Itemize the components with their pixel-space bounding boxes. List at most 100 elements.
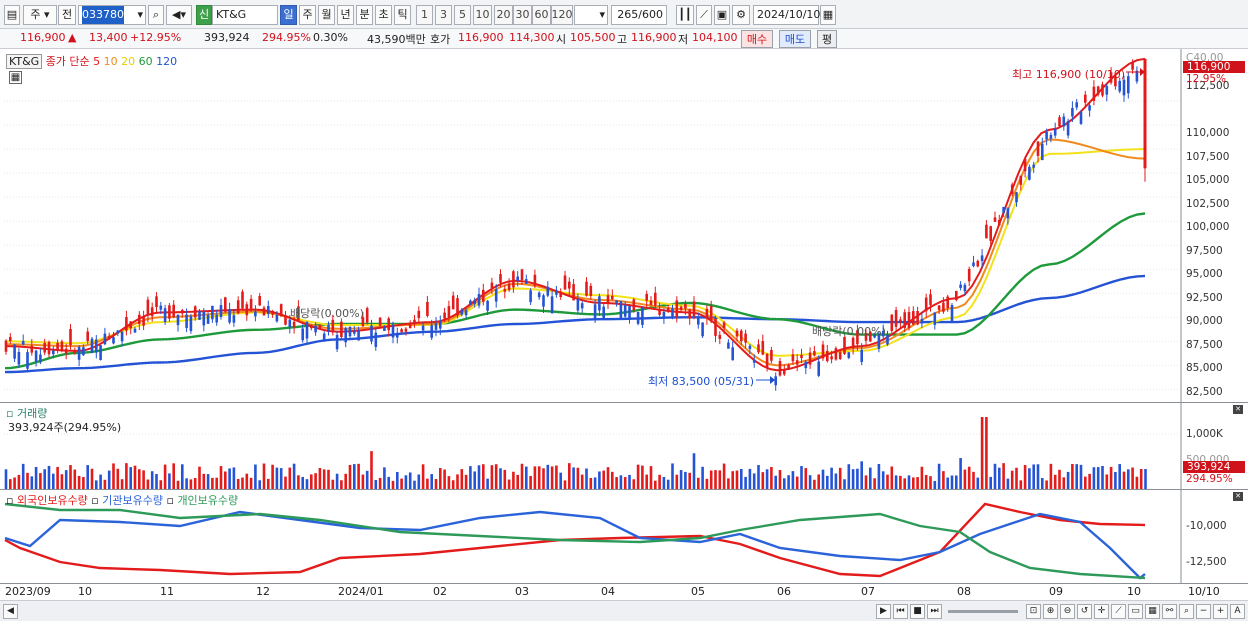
zoom-out-icon[interactable]: ⊖ (1060, 604, 1075, 619)
font-size-icon[interactable]: A (1230, 604, 1245, 619)
prev-button[interactable]: 전 (58, 5, 76, 25)
candle-body (189, 316, 193, 332)
interval-tick[interactable]: 틱 (394, 5, 411, 25)
num-30[interactable]: 30 (513, 5, 532, 25)
num-5[interactable]: 5 (454, 5, 471, 25)
num-120[interactable]: 120 (551, 5, 573, 25)
volume-bar (869, 467, 872, 489)
window-menu-icon[interactable]: ▤ (4, 5, 20, 25)
candle-body (1006, 208, 1010, 219)
last-page-icon[interactable]: ⏭ (927, 604, 942, 619)
sell-button[interactable]: 매도 (779, 30, 811, 48)
legend-ma-120: 120 (156, 55, 178, 68)
custom-interval-select[interactable]: ▾ (574, 5, 608, 25)
volume-bar (572, 467, 575, 489)
volume-bar (172, 463, 175, 489)
speaker-icon[interactable]: ◀▾ (166, 5, 192, 25)
candle-body (1122, 79, 1126, 96)
candle-body (838, 352, 842, 360)
interval-second[interactable]: 초 (375, 5, 392, 25)
volume-bar (138, 469, 141, 489)
draw-tool-icon[interactable]: ⟋ (696, 5, 712, 25)
search-icon[interactable]: ⌕ (148, 5, 164, 25)
candle-body (1032, 164, 1035, 168)
volume-bar (735, 470, 739, 489)
volume-chart[interactable] (0, 403, 1248, 490)
candle-body (408, 323, 412, 328)
interval-day[interactable]: 일 (280, 5, 297, 25)
calendar-icon[interactable]: ▦ (820, 5, 836, 25)
volume-bar (361, 474, 365, 489)
scroll-left-icon[interactable]: ◀ (3, 604, 18, 619)
buy-button[interactable]: 매수 (741, 30, 773, 48)
candle-body (675, 300, 679, 317)
candle-body (1023, 159, 1027, 172)
save-icon[interactable]: ▣ (714, 5, 730, 25)
candle-body (804, 361, 808, 369)
gear-icon[interactable]: ⚙ (732, 5, 750, 25)
stop-icon[interactable]: ■ (910, 604, 925, 619)
volume-bar (1041, 478, 1044, 489)
chevron-down-icon: ▾ (599, 8, 605, 21)
candle-body (817, 361, 820, 376)
table-icon[interactable]: ▦ (9, 71, 22, 84)
grid-icon[interactable]: ▦ (1145, 604, 1160, 619)
volume-bar (1075, 464, 1078, 489)
candle-body (959, 284, 962, 288)
candle-body (284, 315, 287, 325)
y-tick-label: 87,500 (1186, 339, 1223, 351)
candle-body (546, 286, 550, 296)
zoom-slider[interactable] (948, 610, 1018, 613)
x-tick-label: 10 (78, 585, 92, 598)
last-pct-tag: 12.95% (1186, 73, 1227, 85)
crosshair-icon[interactable]: ✛ (1094, 604, 1109, 619)
reset-icon[interactable]: ↺ (1077, 604, 1092, 619)
data-count-field[interactable]: 265/600 (611, 5, 667, 25)
interval-week[interactable]: 주 (299, 5, 316, 25)
interval-year[interactable]: 년 (337, 5, 354, 25)
y-tick-label: 82,500 (1186, 386, 1223, 398)
box-icon[interactable]: ▭ (1128, 604, 1143, 619)
num-1[interactable]: 1 (416, 5, 433, 25)
trend-line-icon[interactable]: ⟋ (1111, 604, 1126, 619)
candle-body (279, 304, 283, 317)
date-field[interactable]: 2024/10/10 (753, 5, 820, 25)
candle-type-icon[interactable]: ┃┃ (676, 5, 694, 25)
candle-body (985, 224, 988, 239)
candle-body (426, 301, 429, 316)
zoom-box-icon[interactable]: ⊡ (1026, 604, 1041, 619)
stock-code-input[interactable]: 033780 ▾ (78, 5, 146, 25)
minus-icon[interactable]: − (1196, 604, 1211, 619)
volume-bar (103, 479, 107, 489)
stock-name-field[interactable]: KT&G (212, 5, 278, 25)
price-chart[interactable] (0, 49, 1248, 403)
candle-body (9, 337, 12, 342)
plus-icon[interactable]: + (1213, 604, 1228, 619)
interval-minute[interactable]: 분 (356, 5, 373, 25)
magnifier-icon[interactable]: ⌕ (1179, 604, 1194, 619)
num-20[interactable]: 20 (494, 5, 513, 25)
interval-month[interactable]: 월 (318, 5, 335, 25)
candle-body (499, 274, 502, 283)
link-icon[interactable]: ⚯ (1162, 604, 1177, 619)
candle-body (249, 298, 253, 310)
candle-body (963, 284, 967, 292)
volume-bar (1066, 471, 1070, 489)
y-tick-label: 105,000 (1186, 174, 1230, 186)
eval-button[interactable]: 평 (817, 30, 837, 48)
candle-body (353, 330, 356, 334)
first-page-icon[interactable]: ⏮ (893, 604, 908, 619)
num-60[interactable]: 60 (532, 5, 551, 25)
candle-body (933, 312, 937, 325)
zoom-in-icon[interactable]: ⊕ (1043, 604, 1058, 619)
candle-body (228, 309, 231, 323)
candle-body (155, 296, 158, 308)
chart-scrollbar[interactable]: ◀ ▶ ⏮ ■ ⏭ ⊡ ⊕ ⊖ ↺ ✛ ⟋ ▭ ▦ ⚯ ⌕ − + A (0, 600, 1248, 621)
num-10[interactable]: 10 (473, 5, 492, 25)
num-3[interactable]: 3 (435, 5, 452, 25)
volume-bar (279, 468, 283, 489)
scroll-right-icon[interactable]: ▶ (876, 604, 891, 619)
period-type-select[interactable]: 주 ▾ (23, 5, 57, 25)
volume-bar (318, 468, 322, 489)
chevron-down-icon[interactable]: ▾ (137, 6, 145, 24)
